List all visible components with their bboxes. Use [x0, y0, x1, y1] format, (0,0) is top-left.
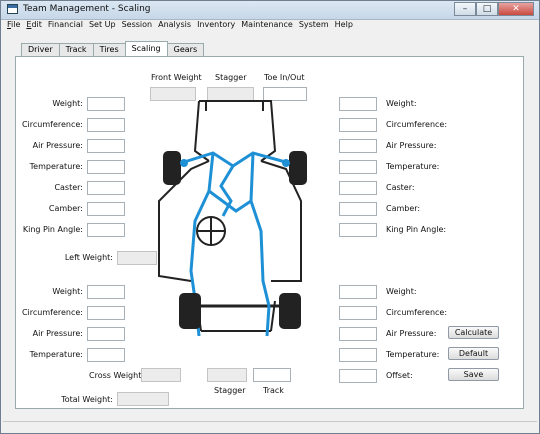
lf-caster-label: Caster: [54, 183, 83, 192]
stagger-label-bottom: Stagger [214, 386, 246, 395]
rr-temp-label: Temperature: [386, 350, 440, 359]
lf-camber-label: Camber: [48, 204, 83, 213]
total-weight-label: Total Weight: [61, 395, 113, 404]
toe-label: Toe In/Out [264, 73, 305, 82]
lf-temp-label: Temperature: [29, 162, 83, 171]
rr-circ-label: Circumference: [386, 308, 448, 317]
lr-circ-field[interactable] [87, 306, 125, 320]
window-title: Team Management - Scaling [23, 4, 151, 14]
maximize-button[interactable]: □ [476, 2, 498, 16]
menu-financial[interactable]: Financial [48, 20, 83, 32]
rr-weight-field[interactable] [339, 285, 377, 299]
cross-weight-field [141, 368, 181, 382]
rf-weight-field[interactable] [339, 97, 377, 111]
tab-gears[interactable]: Gears [166, 43, 205, 56]
tab-scaling[interactable]: Scaling [124, 41, 168, 56]
menu-file[interactable]: File [7, 20, 20, 32]
rf-kingpin-field[interactable] [339, 223, 377, 237]
rr-weight-label: Weight: [386, 287, 417, 296]
rf-kingpin-label: King Pin Angle: [386, 225, 447, 234]
menu-help[interactable]: Help [335, 20, 353, 32]
lr-temp-label: Temperature: [29, 350, 83, 359]
lr-air-label: Air Pressure: [32, 329, 83, 338]
left-weight-label: Left Weight: [64, 253, 113, 262]
menu-bar: File Edit Financial Set Up Session Analy… [3, 20, 353, 32]
tab-track[interactable]: Track [58, 43, 94, 56]
lr-circ-label: Circumference: [21, 308, 83, 317]
lr-weight-field[interactable] [87, 285, 125, 299]
rf-circ-field[interactable] [339, 118, 377, 132]
lf-circ-label: Circumference: [21, 120, 83, 129]
minimize-button[interactable]: – [454, 2, 476, 16]
rf-camber-field[interactable] [339, 202, 377, 216]
rr-circ-field[interactable] [339, 306, 377, 320]
menu-edit[interactable]: Edit [26, 20, 42, 32]
rr-temp-field[interactable] [339, 348, 377, 362]
rf-caster-label: Caster: [386, 183, 415, 192]
tab-driver[interactable]: Driver [21, 43, 60, 56]
menu-session[interactable]: Session [122, 20, 153, 32]
rr-air-label: Air Pressure: [386, 329, 437, 338]
lf-temp-field[interactable] [87, 160, 125, 174]
stagger-label-top: Stagger [215, 73, 247, 82]
rf-circ-label: Circumference: [386, 120, 448, 129]
front-weight-label: Front Weight [151, 73, 202, 82]
menu-setup[interactable]: Set Up [89, 20, 116, 32]
rf-temp-label: Temperature: [386, 162, 440, 171]
lf-weight-field[interactable] [87, 97, 125, 111]
lr-temp-field[interactable] [87, 348, 125, 362]
title-bar: Team Management - Scaling – □ ✕ [1, 1, 539, 20]
offset-label: Offset: [386, 371, 413, 380]
stagger-rear-field [207, 368, 247, 382]
menu-system[interactable]: System [299, 20, 329, 32]
kart-chassis-diagram [158, 100, 307, 337]
lf-air-label: Air Pressure: [32, 141, 83, 150]
main-window: Team Management - Scaling – □ ✕ File Edi… [0, 0, 540, 434]
close-button[interactable]: ✕ [498, 2, 534, 16]
lf-weight-label: Weight: [52, 99, 83, 108]
rf-air-field[interactable] [339, 139, 377, 153]
menu-inventory[interactable]: Inventory [197, 20, 235, 32]
rf-camber-label: Camber: [386, 204, 421, 213]
lf-kingpin-field[interactable] [87, 223, 125, 237]
rr-air-field[interactable] [339, 327, 377, 341]
calculate-button[interactable]: Calculate [448, 326, 499, 339]
rf-temp-field[interactable] [339, 160, 377, 174]
tab-strip: Driver Track Tires Scaling Gears [21, 41, 205, 56]
status-bar [3, 421, 537, 433]
lr-air-field[interactable] [87, 327, 125, 341]
tab-tires[interactable]: Tires [92, 43, 126, 56]
menu-maintenance[interactable]: Maintenance [241, 20, 293, 32]
lf-caster-field[interactable] [87, 181, 125, 195]
track-label: Track [263, 386, 284, 395]
offset-field[interactable] [339, 369, 377, 383]
cross-weight-label: Cross Weight [89, 371, 142, 380]
save-button[interactable]: Save [448, 368, 499, 381]
lf-air-field[interactable] [87, 139, 125, 153]
app-icon [7, 4, 18, 14]
rf-air-label: Air Pressure: [386, 141, 437, 150]
lr-weight-label: Weight: [52, 287, 83, 296]
track-field[interactable] [253, 368, 291, 382]
total-weight-field [117, 392, 169, 406]
default-button[interactable]: Default [448, 347, 499, 360]
rf-weight-label: Weight: [386, 99, 417, 108]
menu-analysis[interactable]: Analysis [158, 20, 191, 32]
rf-caster-field[interactable] [339, 181, 377, 195]
lf-camber-field[interactable] [87, 202, 125, 216]
lf-kingpin-label: King Pin Angle: [22, 225, 83, 234]
lf-circ-field[interactable] [87, 118, 125, 132]
